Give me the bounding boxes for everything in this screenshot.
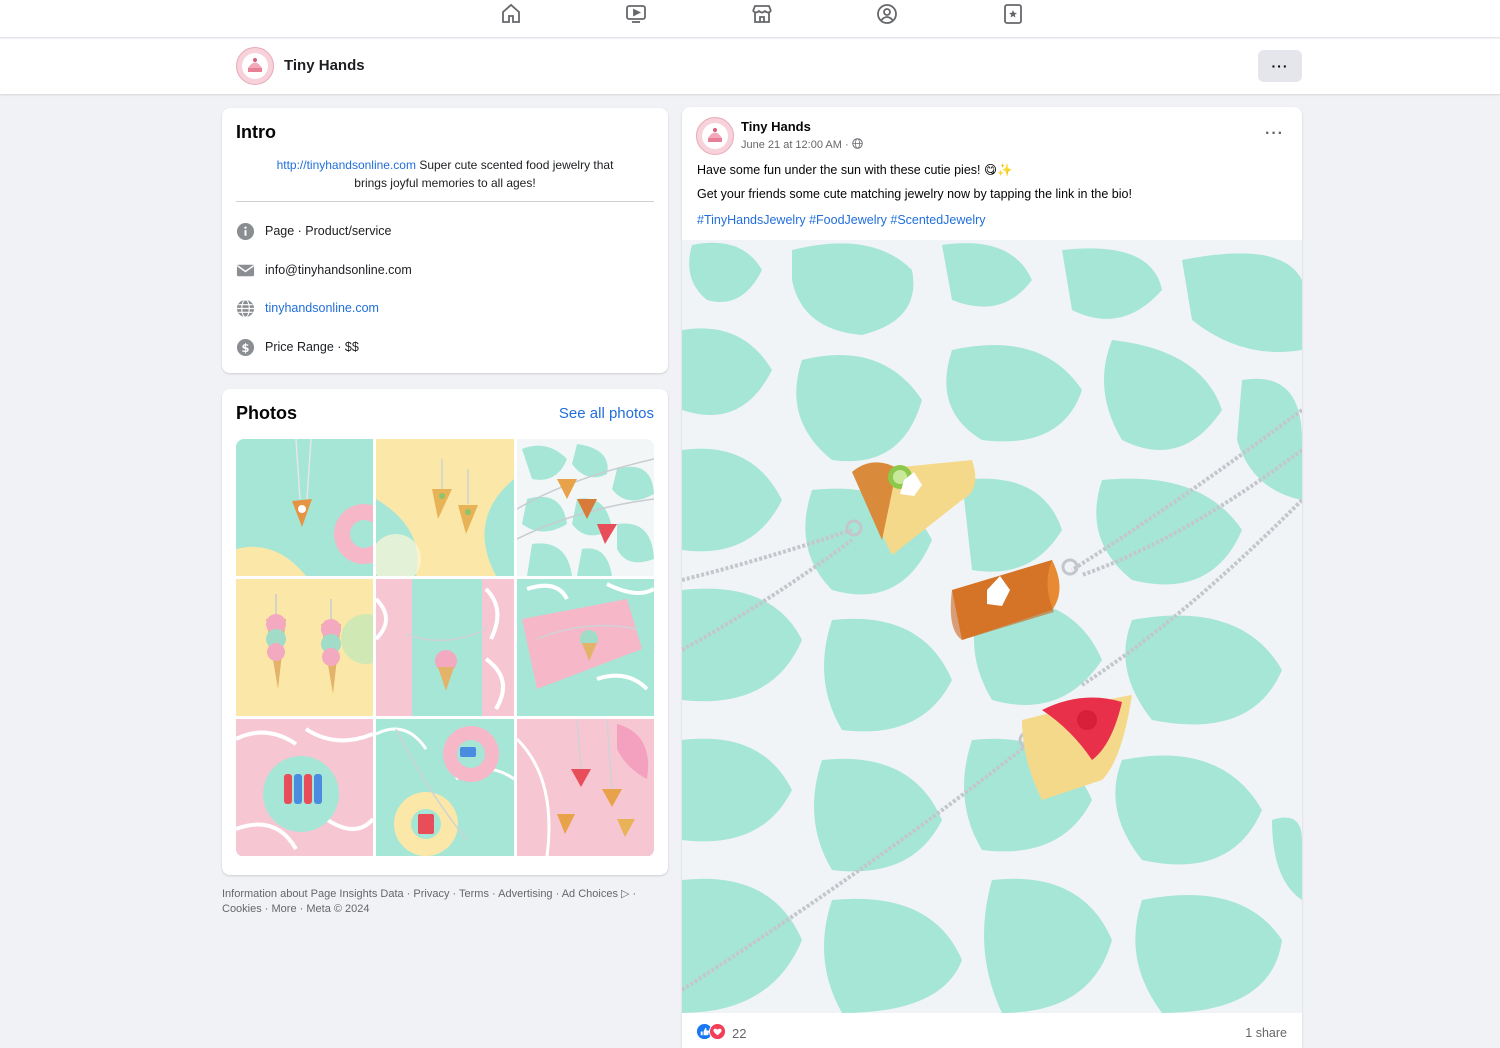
post-author-name[interactable]: Tiny Hands	[741, 119, 811, 134]
photo-thumbnail[interactable]	[376, 439, 514, 576]
home-icon[interactable]	[499, 2, 523, 26]
price-icon: $	[236, 338, 255, 357]
photo-thumbnail[interactable]	[517, 719, 654, 856]
footer-links-line2[interactable]: Cookies · More · Meta © 2024	[222, 902, 668, 917]
photo-thumbnail[interactable]	[517, 579, 654, 716]
photo-thumbnail[interactable]	[236, 719, 373, 856]
photos-card: Photos See all photos	[222, 389, 668, 875]
post-text-line1: Have some fun under the sun with these c…	[697, 163, 1013, 177]
globe-icon	[236, 298, 255, 318]
intro-website-link[interactable]: tinyhandsonline.com	[265, 301, 379, 315]
post-author-avatar[interactable]	[696, 117, 734, 155]
intro-bio: http://tinyhandsonline.com Super cute sc…	[236, 156, 654, 192]
post-reactions[interactable]: 22	[696, 1023, 746, 1043]
info-icon	[236, 222, 255, 241]
post-meta: June 21 at 12:00 AM ·	[741, 138, 863, 152]
share-count[interactable]: 1 share	[1245, 1026, 1287, 1040]
more-options-button[interactable]: ···	[1258, 50, 1302, 82]
reaction-count[interactable]: 22	[732, 1026, 746, 1041]
photo-thumbnail[interactable]	[236, 439, 373, 576]
intro-category-row: Page · Product/service	[236, 221, 391, 241]
mail-icon	[236, 261, 255, 280]
post-image[interactable]	[682, 240, 1302, 1013]
intro-divider	[236, 201, 654, 202]
page-header: Tiny Hands ···	[0, 39, 1500, 94]
intro-category-text: Page · Product/service	[265, 224, 392, 238]
globe-icon	[851, 138, 863, 152]
love-reaction-icon	[709, 1023, 726, 1043]
post-hashtags[interactable]: #TinyHandsJewelry #FoodJewelry #ScentedJ…	[697, 213, 986, 227]
gaming-icon[interactable]	[1001, 2, 1025, 26]
intro-email-row: info@tinyhandsonline.com	[236, 260, 412, 280]
see-all-photos-link[interactable]: See all photos	[559, 405, 654, 422]
page-footer: Information about Page Insights Data · P…	[222, 887, 668, 917]
top-navigation-bar	[0, 0, 1500, 38]
intro-title: Intro	[236, 122, 276, 142]
marketplace-icon[interactable]	[750, 2, 774, 26]
intro-website-row: tinyhandsonline.com	[236, 298, 379, 318]
post-text-line2: Get your friends some cute matching jewe…	[697, 187, 1132, 201]
post-card: Tiny Hands June 21 at 12:00 AM · ··· Hav…	[682, 107, 1302, 1048]
post-timestamp[interactable]: June 21 at 12:00 AM ·	[741, 139, 849, 151]
photo-thumbnail[interactable]	[517, 439, 654, 576]
page-name[interactable]: Tiny Hands	[284, 57, 365, 74]
intro-price-text: Price Range · $$	[265, 340, 359, 354]
intro-email-text[interactable]: info@tinyhandsonline.com	[265, 263, 412, 277]
bio-text-line2: brings joyful memories to all ages!	[354, 176, 536, 190]
photo-thumbnail[interactable]	[376, 579, 514, 716]
post-options-icon[interactable]: ···	[1265, 125, 1284, 143]
intro-price-row: $ Price Range · $$	[236, 337, 359, 357]
groups-icon[interactable]	[875, 2, 899, 26]
video-icon[interactable]	[624, 2, 648, 26]
photo-grid	[236, 439, 654, 857]
page-avatar[interactable]	[236, 47, 274, 85]
bio-text-line1: Super cute scented food jewelry that	[415, 158, 614, 172]
svg-text:$: $	[242, 340, 250, 354]
bio-link[interactable]: http://tinyhandsonline.com	[277, 158, 416, 172]
photo-thumbnail[interactable]	[376, 719, 514, 856]
intro-card: Intro http://tinyhandsonline.com Super c…	[222, 108, 668, 373]
photo-thumbnail[interactable]	[236, 579, 373, 716]
photos-title: Photos	[236, 403, 297, 423]
footer-links-line1[interactable]: Information about Page Insights Data · P…	[222, 887, 668, 902]
